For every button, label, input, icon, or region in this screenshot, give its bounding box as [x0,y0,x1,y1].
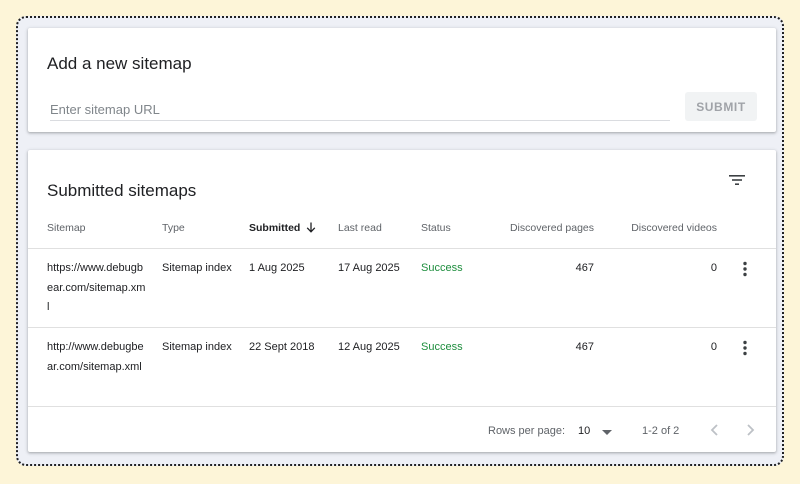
submitted-date: 22 Sept 2018 [249,341,315,353]
caret-down-icon [602,430,612,435]
sitemap-url-input[interactable] [50,98,670,121]
table-row[interactable]: https://www.debugbear.com/sitemap.xml Si… [28,249,776,327]
content-frame: Add a new sitemap SUBMIT Submitted sitem… [16,16,784,466]
status-text: Success [421,341,463,353]
discovered-pages: 467 [575,262,594,274]
chevron-left-icon[interactable] [705,420,725,440]
last-read-date: 17 Aug 2025 [338,262,400,274]
sitemap-type: Sitemap index [162,341,232,353]
column-header-discovered-videos[interactable]: Discovered videos [631,222,717,234]
discovered-pages: 467 [575,341,594,353]
discovered-videos: 0 [710,262,717,274]
column-header-sitemap[interactable]: Sitemap [47,222,86,234]
filter-icon[interactable] [727,172,747,188]
column-header-last-read[interactable]: Last read [338,222,382,234]
submitted-date: 1 Aug 2025 [249,262,305,274]
sitemap-url[interactable]: http://www.debugbear.com/sitemap.xml [47,338,147,377]
column-header-submitted-label: Submitted [249,222,301,234]
sitemap-url[interactable]: https://www.debugbear.com/sitemap.xml [47,259,147,318]
add-sitemap-title: Add a new sitemap [47,54,192,73]
rows-per-page-value: 10 [578,425,591,437]
table-row[interactable]: http://www.debugbear.com/sitemap.xml Sit… [28,328,776,406]
chevron-right-icon[interactable] [740,420,760,440]
column-header-type[interactable]: Type [162,222,185,234]
submit-button[interactable]: SUBMIT [685,92,757,121]
pagination-range: 1-2 of 2 [642,425,680,437]
add-sitemap-card: Add a new sitemap SUBMIT [28,28,776,132]
column-header-discovered-pages[interactable]: Discovered pages [510,222,594,234]
arrow-down-icon [306,222,316,236]
sitemap-type: Sitemap index [162,262,232,274]
discovered-videos: 0 [710,341,717,353]
last-read-date: 12 Aug 2025 [338,341,400,353]
more-vert-icon[interactable] [738,339,752,357]
rows-per-page-select[interactable]: 10 [576,422,616,440]
column-header-submitted[interactable]: Submitted [249,222,316,236]
submitted-sitemaps-title: Submitted sitemaps [47,181,197,200]
more-vert-icon[interactable] [738,260,752,278]
status-text: Success [421,262,463,274]
submitted-sitemaps-card: Submitted sitemaps Sitemap Type Submitte… [28,150,776,452]
rows-per-page-label: Rows per page: [488,425,566,437]
column-header-status[interactable]: Status [421,222,451,234]
row-divider [28,406,776,407]
